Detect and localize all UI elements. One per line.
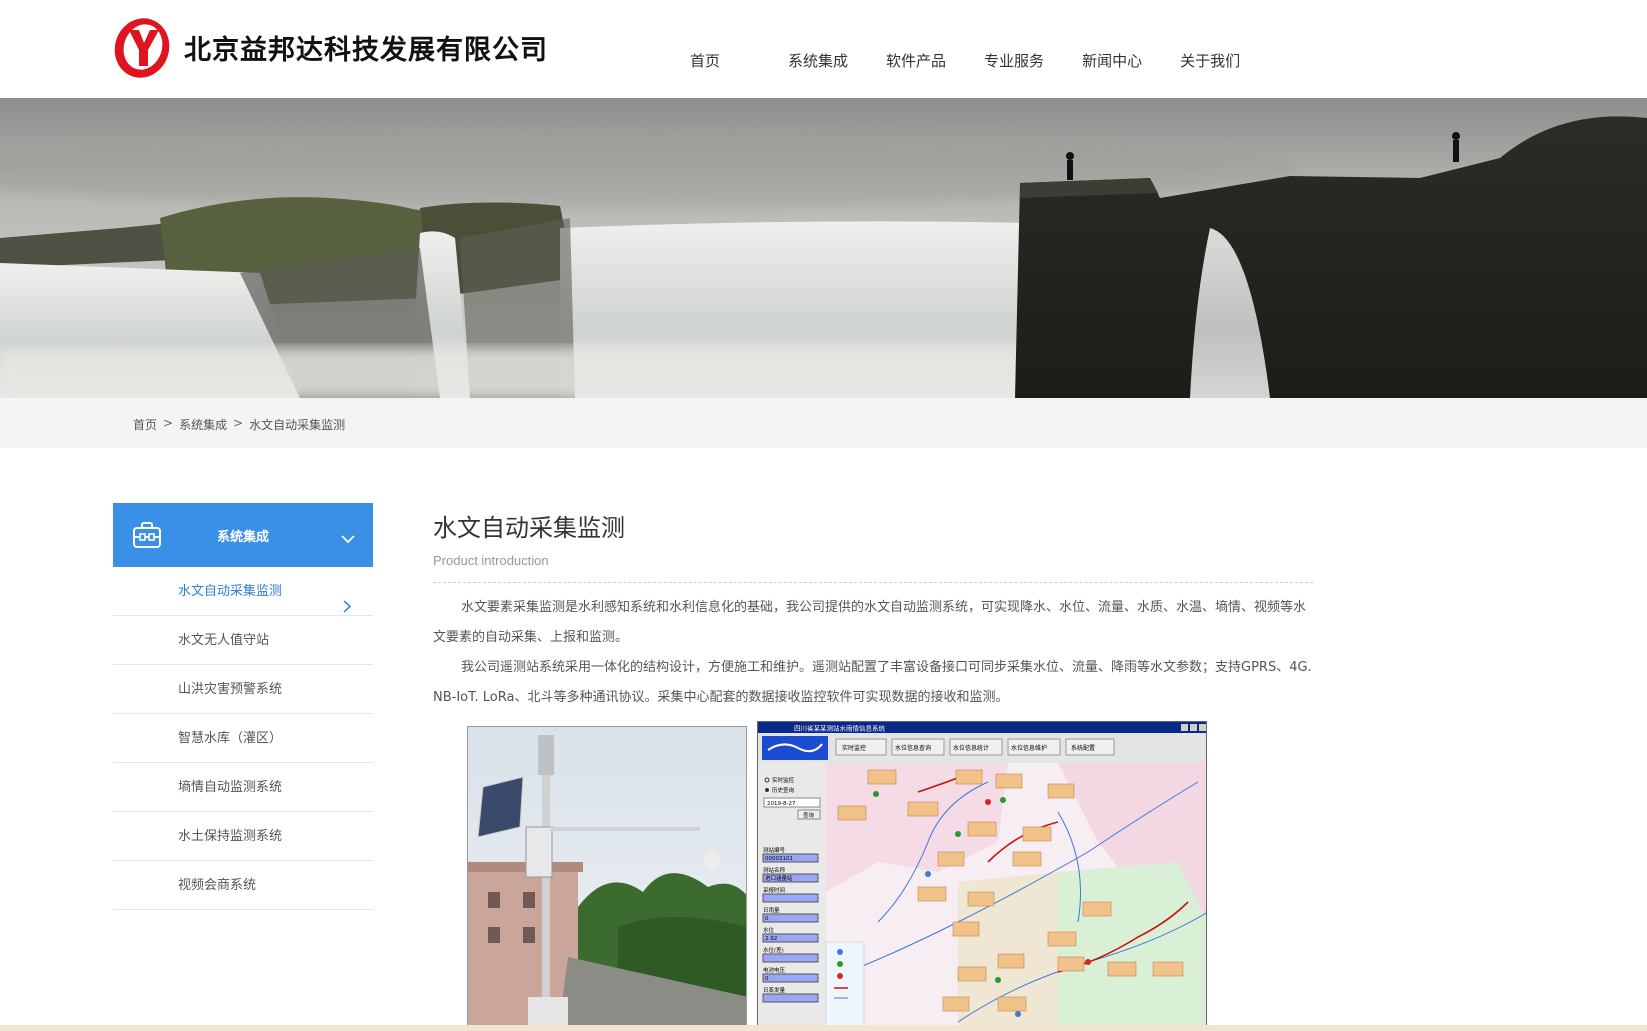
breadcrumb-separator: > bbox=[163, 416, 174, 430]
sidebar-item-video-conference[interactable]: 视频会商系统 bbox=[113, 861, 373, 910]
sidebar-item-label: 水土保持监测系统 bbox=[178, 829, 283, 844]
nav-news[interactable]: 新闻中心 bbox=[1082, 50, 1142, 71]
toolbar-item: 水位信息维护 bbox=[1011, 744, 1047, 752]
sidebar-item-smart-reservoir[interactable]: 智慧水库（灌区） bbox=[113, 714, 373, 763]
sidebar-item-label: 水文自动采集监测 bbox=[178, 584, 283, 599]
svg-text:查询: 查询 bbox=[803, 811, 815, 819]
breadcrumb-current: 水文自动采集监测 bbox=[249, 418, 346, 432]
sidebar-item-unattended-station[interactable]: 水文无人值守站 bbox=[113, 616, 373, 665]
page-title: 水文自动采集监测 bbox=[433, 514, 625, 542]
company-logo-icon bbox=[112, 14, 172, 80]
breadcrumb: 首页 > 系统集成 > 水文自动采集监测 bbox=[133, 416, 345, 433]
sidebar-item-label: 智慧水库（灌区） bbox=[178, 731, 283, 746]
nav-about[interactable]: 关于我们 bbox=[1180, 50, 1240, 71]
breadcrumb-separator: > bbox=[233, 416, 244, 430]
nav-software-products[interactable]: 软件产品 bbox=[886, 50, 946, 71]
main-content: 水文自动采集监测 Product introduction 水文要素采集监测是水… bbox=[433, 508, 1313, 713]
svg-text:测站名称: 测站名称 bbox=[763, 866, 786, 874]
sidebar-header[interactable]: 系统集成 bbox=[113, 503, 373, 567]
product-images: 四川省某某测站水雨情信息系统 实时监控 水位信息查询 水位信息统计 水位信息维护… bbox=[467, 721, 1207, 1031]
intro-paragraph-2: 我公司遥测站系统采用一体化的结构设计，方便施工和维护。遥测站配置了丰富设备接口可… bbox=[433, 660, 1312, 705]
svg-text:实时监控: 实时监控 bbox=[772, 776, 795, 784]
breadcrumb-system-integration[interactable]: 系统集成 bbox=[179, 416, 227, 433]
logo[interactable]: 北京益邦达科技发展有限公司 bbox=[112, 14, 548, 80]
page-bottom-strip bbox=[0, 1025, 1647, 1031]
sidebar-item-label: 墒情自动监测系统 bbox=[178, 780, 283, 795]
nav-services[interactable]: 专业服务 bbox=[984, 50, 1044, 71]
toolbar-item: 实时监控 bbox=[842, 744, 866, 752]
sidebar-item-label: 视频会商系统 bbox=[178, 878, 257, 893]
sidebar-item-label: 水文无人值守站 bbox=[178, 633, 270, 648]
nav-home[interactable]: 首页 bbox=[690, 50, 720, 71]
svg-text:0: 0 bbox=[765, 916, 769, 922]
svg-text:2.92: 2.92 bbox=[765, 936, 777, 942]
site-header: 北京益邦达科技发展有限公司 首页 系统集成 软件产品 专业服务 新闻中心 关于我… bbox=[0, 0, 1647, 98]
sidebar-item-hydrology-collection[interactable]: 水文自动采集监测 bbox=[113, 567, 373, 616]
sidebar: 系统集成 水文自动采集监测 水文无人值守站 山洪灾害预警系统 智慧水库（灌区） … bbox=[113, 503, 373, 910]
page-subtitle: Product introduction bbox=[433, 553, 549, 568]
sidebar-item-soil-moisture[interactable]: 墒情自动监测系统 bbox=[113, 763, 373, 812]
toolbar-item: 水位信息查询 bbox=[895, 744, 931, 752]
toolbar-item: 水位信息统计 bbox=[953, 744, 989, 752]
svg-text:进口涵量站: 进口涵量站 bbox=[765, 874, 793, 882]
breadcrumb-home[interactable]: 首页 bbox=[133, 416, 157, 433]
svg-text:历史查询: 历史查询 bbox=[772, 786, 795, 794]
sidebar-item-flood-warning[interactable]: 山洪灾害预警系统 bbox=[113, 665, 373, 714]
telemetry-station-photo bbox=[467, 726, 747, 1031]
hero-banner-image bbox=[0, 98, 1647, 398]
svg-text:电池电压: 电池电压 bbox=[763, 966, 786, 974]
svg-text:测站编号: 测站编号 bbox=[763, 846, 786, 854]
svg-text:0: 0 bbox=[765, 976, 769, 982]
software-window-title: 四川省某某测站水雨情信息系统 bbox=[794, 724, 886, 733]
sidebar-item-label: 山洪灾害预警系统 bbox=[178, 682, 283, 697]
svg-text:日蒸发量: 日蒸发量 bbox=[763, 986, 786, 994]
sidebar-item-soil-conservation[interactable]: 水土保持监测系统 bbox=[113, 812, 373, 861]
nav-system-integration[interactable]: 系统集成 bbox=[788, 50, 848, 71]
svg-text:采报时间: 采报时间 bbox=[763, 886, 785, 894]
svg-text:00003101: 00003101 bbox=[765, 856, 793, 862]
svg-text:水位(差): 水位(差) bbox=[763, 946, 784, 954]
main-nav: 首页 系统集成 软件产品 专业服务 新闻中心 关于我们 bbox=[690, 50, 1278, 71]
intro-paragraph-1: 水文要素采集监测是水利感知系统和水利信息化的基础，我公司提供的水文自动监测系统，… bbox=[433, 600, 1307, 645]
sidebar-title: 系统集成 bbox=[216, 529, 269, 545]
divider bbox=[433, 582, 1313, 583]
svg-text:水位: 水位 bbox=[763, 926, 775, 934]
breadcrumb-bar: 首页 > 系统集成 > 水文自动采集监测 bbox=[0, 398, 1647, 448]
monitoring-software-screenshot: 四川省某某测站水雨情信息系统 实时监控 水位信息查询 水位信息统计 水位信息维护… bbox=[757, 721, 1207, 1031]
toolbar-item: 系统配置 bbox=[1071, 744, 1095, 752]
chevron-down-icon[interactable] bbox=[341, 529, 355, 548]
svg-text:日雨量: 日雨量 bbox=[763, 907, 780, 914]
svg-text:2019-8-27: 2019-8-27 bbox=[767, 801, 796, 807]
company-name: 北京益邦达科技发展有限公司 bbox=[184, 34, 548, 66]
